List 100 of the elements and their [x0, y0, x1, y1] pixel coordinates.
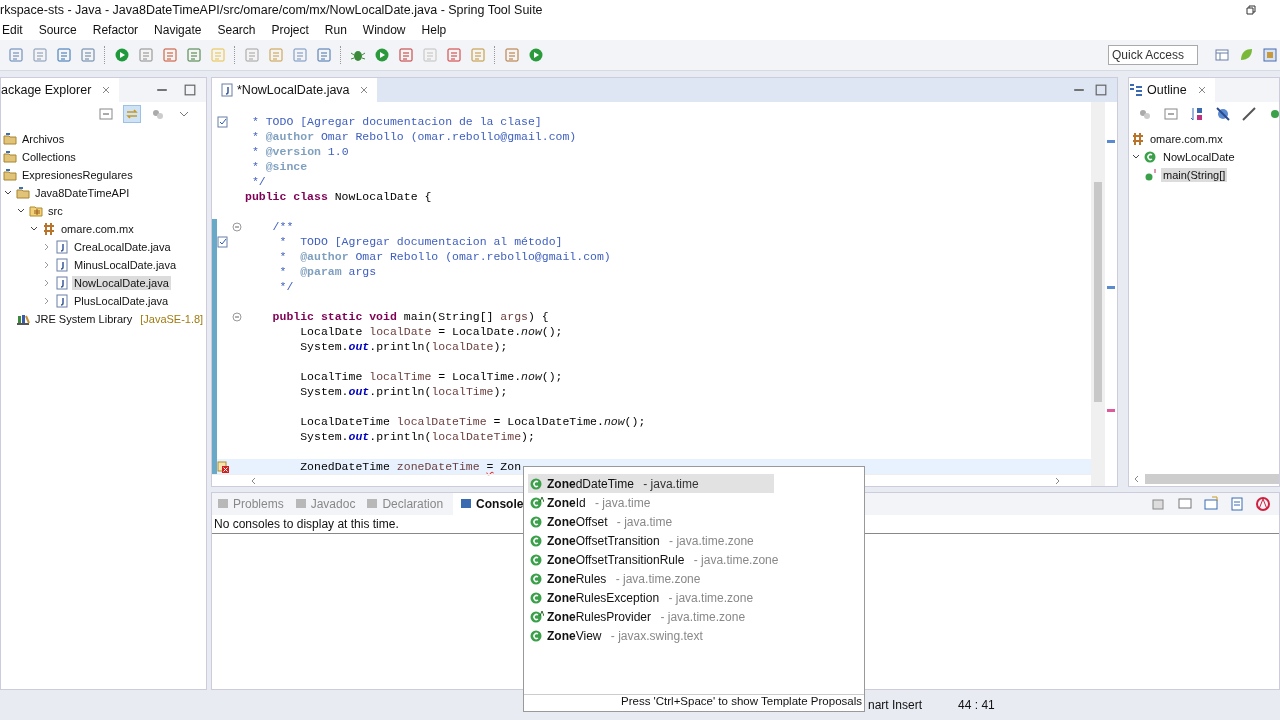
library-icon	[16, 312, 30, 326]
code-line: * @version 1.0	[250, 145, 349, 158]
tree-item[interactable]: ExpresionesRegulares	[1, 166, 206, 184]
tree-item[interactable]: Collections	[1, 148, 206, 166]
method-icon	[1144, 168, 1158, 182]
tree-item[interactable]: Archivos	[1, 130, 206, 148]
tree-item[interactable]: Java8DateTimeAPI	[1, 184, 206, 202]
close-icon[interactable]	[101, 85, 112, 95]
completion-item[interactable]: ZoneOffset - java.time	[528, 512, 774, 531]
completion-item[interactable]: ZoneView - javax.swing.text	[528, 626, 774, 645]
code-line: * @since	[250, 160, 308, 173]
close-icon[interactable]	[358, 85, 369, 95]
project-icon	[3, 150, 17, 164]
window-title: rkspace-sts - Java - Java8DateTimeAPI/src/omare/com/mx/NowLocalDate.java - Spring Tool Suite	[0, 3, 544, 17]
quick-access-field[interactable]: Quick Access	[1108, 45, 1198, 65]
code-line: * @param args	[278, 265, 377, 278]
link-icon[interactable]	[124, 106, 140, 122]
menu-item[interactable]: Navigate	[152, 23, 210, 37]
completion-item[interactable]: ZonedDateTime - java.time	[528, 474, 774, 493]
menu-item[interactable]: Search	[215, 23, 264, 37]
scroll-thumb[interactable]	[1145, 474, 1279, 484]
code-line: */	[278, 280, 294, 293]
menu-item[interactable]: Help	[419, 23, 455, 37]
tree-item[interactable]: main(String[]	[1129, 166, 1279, 184]
class-icon	[530, 552, 544, 567]
task-icon	[217, 115, 229, 128]
view-icon	[293, 497, 308, 511]
menu-item[interactable]: Run	[322, 23, 355, 37]
collapse-icon[interactable]	[232, 221, 242, 232]
close-icon[interactable]	[1196, 85, 1207, 95]
tree-item[interactable]: CreaLocalDate.java	[1, 238, 206, 256]
menu-item[interactable]: Refactor	[90, 23, 147, 37]
code-line: ZonedDateTime zoneDateTime = Zon	[299, 460, 522, 473]
cursor-position: 44 : 41	[958, 698, 995, 712]
java-file-icon	[220, 83, 234, 97]
collapse-icon[interactable]	[232, 311, 242, 322]
view-tab[interactable]: ackage Explorer	[1, 78, 120, 102]
outline-icon	[1129, 83, 1143, 97]
code-line: LocalTime localTime = LocalTime.now();	[299, 370, 563, 383]
open-console-icon[interactable]	[1203, 496, 1219, 512]
scroll-left-icon[interactable]	[1133, 475, 1141, 483]
collapse-all-icon[interactable]	[98, 106, 114, 122]
maximize-icon[interactable]	[184, 84, 196, 96]
class-icon	[530, 571, 544, 586]
tree-item[interactable]: PlusLocalDate.java	[1, 292, 206, 310]
java-file-icon	[55, 276, 69, 290]
tree-item[interactable]: JRE System Library [JavaSE-1.8]	[1, 310, 206, 328]
maximize-icon[interactable]	[1095, 84, 1107, 96]
class-icon	[530, 590, 544, 605]
completion-item[interactable]: ZoneRulesException - java.time.zone	[528, 588, 774, 607]
tree-item[interactable]: NowLocalDate.java	[1, 274, 206, 292]
class-icon	[530, 533, 544, 548]
collapse-all-icon[interactable]	[1163, 106, 1179, 122]
java-file-icon	[55, 258, 69, 272]
code-line: System.out.println(localTime);	[299, 385, 508, 398]
menu-item[interactable]: Source	[36, 23, 85, 37]
completion-item[interactable]: ZoneRules - java.time.zone	[528, 569, 774, 588]
menu-item[interactable]: Edit	[0, 23, 31, 37]
code-line: System.out.println(localDateTime);	[299, 430, 535, 443]
code-line: * @author Omar Rebollo (omar.rebollo@gmail.com)	[250, 130, 577, 143]
view-icon	[365, 497, 380, 511]
run-icon[interactable]	[374, 47, 390, 63]
leaf-icon[interactable]	[1238, 47, 1254, 63]
sort-icon[interactable]	[1189, 106, 1205, 122]
java-file-icon	[55, 294, 69, 308]
code-line: * @author Omar Rebollo (omar.rebollo@gmail.com)	[278, 250, 611, 263]
scroll-thumb[interactable]	[1094, 182, 1102, 402]
class-icon	[530, 628, 544, 643]
tree-item[interactable]: NowLocalDate	[1129, 148, 1279, 166]
completion-item[interactable]: ZoneId - java.time	[528, 493, 774, 512]
tree-item[interactable]: MinusLocalDate.java	[1, 256, 206, 274]
insert-mode: nart Insert	[868, 698, 923, 712]
restore-icon[interactable]	[1246, 5, 1256, 15]
scroll-left-icon[interactable]	[250, 476, 258, 485]
view-tab[interactable]: Outline	[1129, 78, 1215, 102]
completion-item[interactable]: ZoneRulesProvider - java.time.zone	[528, 607, 774, 626]
menu-item[interactable]: Window	[360, 23, 414, 37]
error-icon	[217, 460, 229, 473]
tree-item[interactable]: omare.com.mx	[1129, 130, 1279, 148]
code-line: LocalDate localDate = LocalDate.now();	[299, 325, 563, 338]
perspective-icon[interactable]	[1214, 47, 1230, 63]
editor-tab[interactable]: *NowLocalDate.java	[212, 78, 377, 102]
code-line: public static void main(String[] args) {	[271, 310, 549, 323]
code-line: */	[250, 175, 266, 188]
completion-hint: Press 'Ctrl+Space' to show Template Proposals	[524, 694, 864, 711]
tree-item[interactable]: src	[1, 202, 206, 220]
view-icon	[216, 497, 230, 511]
scrollbar[interactable]	[1091, 102, 1105, 486]
menu-item[interactable]: Project	[269, 23, 317, 37]
code-line: * TODO [Agregar documentacion al método]	[278, 235, 563, 248]
scroll-right-icon[interactable]	[1053, 476, 1061, 485]
class-icon	[530, 476, 544, 491]
hide-fields-icon[interactable]	[1215, 106, 1231, 122]
project-icon	[3, 168, 17, 182]
tree-item[interactable]: omare.com.mx	[1, 220, 206, 238]
task-icon	[217, 235, 229, 248]
java-file-icon	[55, 240, 69, 254]
completion-item[interactable]: ZoneOffsetTransitionRule - java.time.zone	[528, 550, 783, 569]
display-console-icon[interactable]	[1177, 496, 1193, 512]
completion-item[interactable]: ZoneOffsetTransition - java.time.zone	[528, 531, 774, 550]
